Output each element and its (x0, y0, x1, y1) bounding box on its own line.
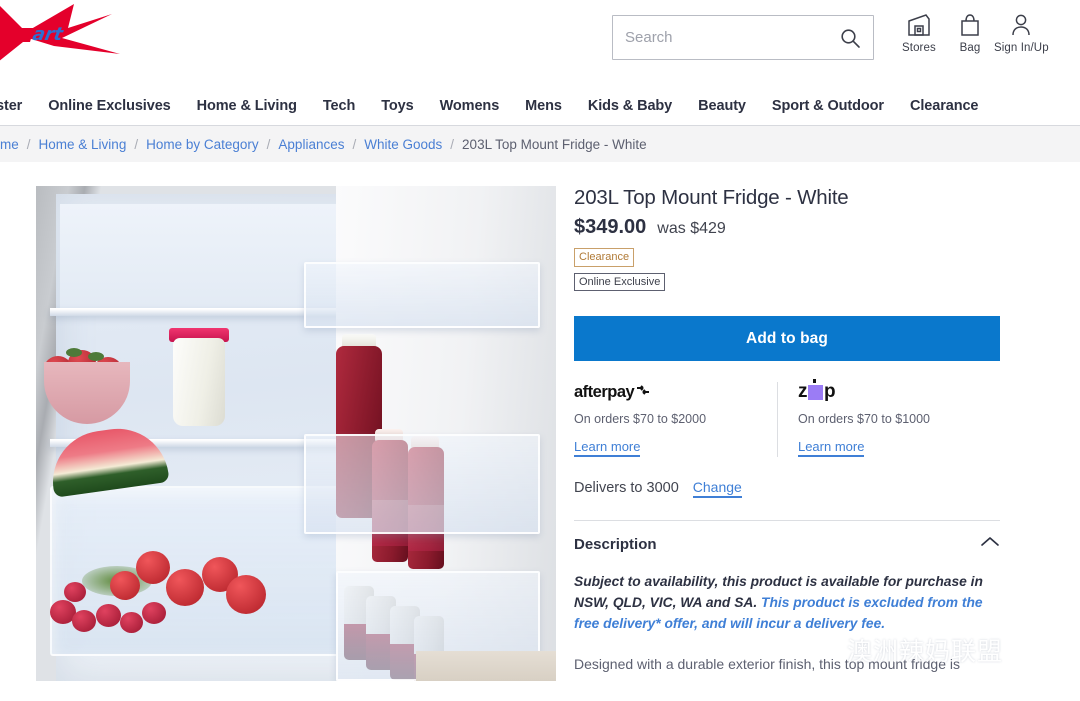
description-heading: Description (574, 536, 657, 554)
breadcrumb: me / Home & Living / Home by Category / … (0, 126, 1080, 162)
breadcrumb-item-home-living[interactable]: Home & Living (39, 137, 127, 152)
product-info: 203L Top Mount Fridge - White $349.00 wa… (556, 186, 1080, 681)
add-to-bag-button[interactable]: Add to bag (574, 316, 1000, 362)
door-bin-middle (304, 434, 540, 534)
afterpay-logo-text: afterpay (574, 382, 635, 401)
nav-item-toys[interactable]: Toys (368, 98, 426, 114)
afterpay-learn-more-link[interactable]: Learn more (574, 439, 641, 458)
door-bin-top (304, 262, 540, 328)
milk-jar (173, 338, 225, 426)
main-content: 203L Top Mount Fridge - White $349.00 wa… (0, 162, 1080, 681)
current-price: $349.00 (574, 216, 647, 238)
zip-square-icon (807, 378, 823, 400)
zip-learn-more-link[interactable]: Learn more (797, 439, 865, 458)
search-box[interactable] (612, 15, 874, 60)
afterpay-terms: On orders $70 to $2000 (574, 412, 707, 427)
bag-button[interactable]: Bag (955, 10, 985, 54)
payment-options: afterpay On orders $70 to $2000 Learn mo… (574, 378, 1000, 458)
chevron-up-icon[interactable] (980, 535, 1000, 554)
product-gallery (0, 186, 556, 681)
sign-in-button[interactable]: Sign In/Up (994, 10, 1049, 54)
nav-item-clearance[interactable]: Clearance (897, 98, 991, 114)
tomatoes-on-vine (106, 541, 286, 627)
nav-item-home-living[interactable]: Home & Living (184, 98, 310, 114)
nav-item-online-exclusives[interactable]: Online Exclusives (35, 98, 183, 114)
search-input[interactable] (625, 29, 839, 46)
breadcrumb-separator: / (352, 136, 357, 152)
zip-logo-text-right: p (823, 381, 836, 403)
stores-label: Stores (902, 42, 936, 54)
nav-item-beauty[interactable]: Beauty (685, 98, 759, 114)
breadcrumb-separator: / (134, 136, 139, 152)
sign-in-label: Sign In/Up (994, 42, 1049, 54)
delivery-row: Delivers to 3000 Change (574, 479, 1008, 499)
delivery-postcode-text: Delivers to 3000 (574, 480, 679, 497)
breadcrumb-item-home[interactable]: me (0, 137, 19, 152)
primary-nav: ster Online Exclusives Home & Living Tec… (0, 86, 1080, 126)
nav-item-sport-outdoor[interactable]: Sport & Outdoor (759, 98, 897, 114)
bag-label: Bag (959, 42, 981, 54)
nav-item-kids-baby[interactable]: Kids & Baby (575, 98, 685, 114)
status-badge-clearance: Clearance (574, 248, 635, 267)
store-icon (904, 10, 934, 40)
breadcrumb-separator: / (450, 136, 455, 152)
breadcrumb-item-current: 203L Top Mount Fridge - White (462, 136, 647, 152)
product-title: 203L Top Mount Fridge - White (574, 186, 849, 209)
search-icon[interactable] (839, 27, 861, 49)
floor (416, 651, 556, 681)
badge-list: Clearance Online Exclusive (574, 247, 1008, 292)
breadcrumb-separator: / (26, 136, 31, 152)
description-accordion-header[interactable]: Description (574, 535, 1000, 554)
zip-logo-text-left: z (797, 381, 808, 403)
zip-option: z p On orders $70 to $1000 Learn more (776, 378, 1000, 458)
user-icon (1006, 10, 1036, 40)
status-badge-online-exclusive: Online Exclusive (574, 272, 666, 292)
zip-logo: z p (797, 378, 982, 403)
afterpay-mark-icon (635, 383, 651, 402)
zip-terms: On orders $70 to $1000 (797, 412, 931, 427)
description-paragraph: Designed with a durable exterior finish,… (574, 656, 960, 673)
afterpay-logo: afterpay (574, 382, 759, 402)
nav-item-ster[interactable]: ster (0, 98, 35, 114)
change-postcode-link[interactable]: Change (692, 479, 742, 499)
kmart-logo[interactable]: mart (0, 2, 172, 64)
product-detail-page: mart Stores (0, 0, 1080, 701)
description-body: Subject to availability, this product is… (574, 571, 1000, 675)
stores-button[interactable]: Stores (902, 10, 936, 54)
breadcrumb-item-white-goods[interactable]: White Goods (364, 137, 442, 152)
price-row: $349.00 was $429 (574, 216, 1008, 239)
product-image[interactable] (36, 186, 556, 681)
nav-item-tech[interactable]: Tech (310, 98, 368, 114)
shopping-bag-icon (955, 10, 985, 40)
was-price: was $429 (657, 220, 726, 237)
breadcrumb-item-appliances[interactable]: Appliances (278, 137, 344, 152)
breadcrumb-item-home-by-category[interactable]: Home by Category (146, 137, 259, 152)
breadcrumb-separator: / (266, 136, 271, 152)
nav-item-mens[interactable]: Mens (512, 98, 575, 114)
afterpay-option: afterpay On orders $70 to $2000 Learn mo… (574, 382, 777, 458)
nav-item-womens[interactable]: Womens (427, 98, 513, 114)
site-header: mart Stores (0, 0, 1080, 86)
section-divider (574, 520, 1000, 522)
